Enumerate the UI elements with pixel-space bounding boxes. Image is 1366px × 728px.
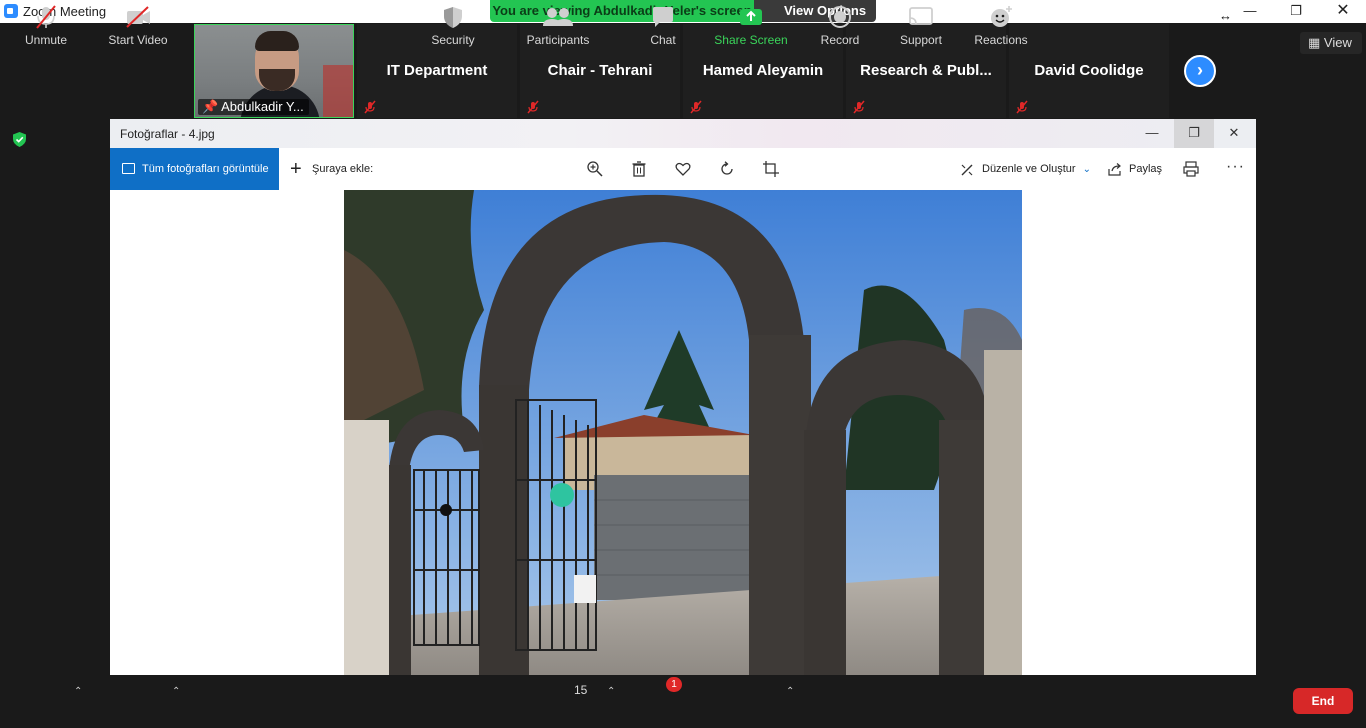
image-icon: [122, 163, 135, 174]
unmute-label: Unmute: [24, 33, 68, 47]
share-label: Paylaş: [1129, 163, 1163, 175]
chat-button[interactable]: Chat: [642, 4, 684, 47]
delete-icon[interactable]: [630, 160, 648, 178]
chevron-down-icon: ⌄: [1082, 164, 1091, 175]
participants-count: 15: [574, 683, 588, 697]
rotate-icon[interactable]: [718, 160, 736, 178]
zoom-app-icon: [4, 4, 18, 18]
video-person-hair: [255, 31, 299, 51]
reactions-emoji-icon: [991, 6, 1012, 27]
end-meeting-button[interactable]: End: [1293, 688, 1353, 714]
video-background-chair: [323, 65, 353, 117]
share-options-caret-icon[interactable]: ⌃: [786, 686, 794, 697]
view-all-photos-label: Tüm fotoğrafları görüntüle: [142, 163, 269, 175]
chat-bubble-icon: [653, 7, 673, 27]
start-video-label: Start Video: [108, 33, 168, 47]
pin-icon: 📌: [202, 99, 219, 114]
start-video-button[interactable]: Start Video: [104, 4, 172, 47]
participant-tile-self[interactable]: 📌 Abdulkadir Y...: [194, 24, 354, 118]
participant-name: Chair - Tehrani: [547, 62, 653, 79]
participant-name: IT Department: [386, 62, 488, 79]
participant-name: Research & Publ...: [860, 62, 992, 79]
next-page-arrow-icon[interactable]: ›: [1184, 55, 1216, 87]
reactions-label: Reactions: [974, 33, 1028, 47]
security-label: Security: [431, 33, 475, 47]
grid-icon: ▦: [1308, 35, 1321, 50]
restore-button[interactable]: ❐: [1273, 0, 1319, 23]
zoom-meeting-window: Zoom Meeting ↔ — ❐ ✕ You are viewing Abd…: [0, 0, 1366, 728]
participants-label: Participants: [526, 33, 590, 47]
photos-toolbar: Tüm fotoğrafları görüntüle + Şuraya ekle…: [110, 148, 1256, 190]
unmute-button[interactable]: Unmute: [18, 4, 74, 47]
zoom-in-icon[interactable]: [586, 160, 604, 178]
view-button[interactable]: ▦ View: [1300, 32, 1362, 54]
video-options-caret-icon[interactable]: ⌃: [172, 686, 180, 697]
share-screen-icon: [740, 9, 762, 25]
gate-photo-image: [344, 190, 1022, 675]
favorite-heart-icon[interactable]: [674, 160, 692, 178]
participants-button[interactable]: Participants: [525, 4, 591, 47]
plus-icon: +: [290, 158, 302, 180]
add-to-button[interactable]: + Şuraya ekle:: [290, 148, 373, 190]
participant-name-label: 📌 Abdulkadir Y...: [198, 99, 309, 115]
support-label: Support: [899, 33, 943, 47]
participant-name: David Coolidge: [1034, 62, 1144, 79]
view-all-photos-button[interactable]: Tüm fotoğrafları görüntüle: [110, 148, 279, 190]
photos-minimize-button[interactable]: —: [1132, 119, 1172, 148]
meeting-controls-bar: [0, 675, 1366, 728]
chat-unread-badge: 1: [666, 677, 682, 692]
mic-muted-icon: [364, 100, 376, 114]
share-screen-button[interactable]: Share Screen: [714, 4, 788, 47]
share-screen-label: Share Screen: [714, 33, 788, 47]
photos-close-button[interactable]: ✕: [1214, 119, 1254, 148]
reactions-button[interactable]: Reactions: [972, 4, 1030, 47]
record-label: Record: [820, 33, 860, 47]
mic-muted-icon: [690, 100, 702, 114]
mic-muted-icon: [527, 100, 539, 114]
shared-photos-window: Fotoğraflar - 4.jpg — ❐ ✕ Tüm fotoğrafla…: [110, 119, 1256, 675]
participant-name: Abdulkadir Y...: [221, 99, 304, 114]
record-icon: [829, 6, 851, 28]
edit-and-create-button[interactable]: Düzenle ve Oluştur ⌄: [960, 148, 1091, 190]
edit-wand-icon: [961, 164, 973, 176]
participant-strip: 📌 Abdulkadir Y... IT Department Chair - …: [194, 24, 1224, 118]
mic-muted-icon: [853, 100, 865, 114]
photos-restore-button[interactable]: ❐: [1174, 119, 1214, 148]
encryption-shield-icon[interactable]: [11, 131, 28, 148]
edit-and-create-label: Düzenle ve Oluştur: [982, 163, 1076, 175]
close-button[interactable]: ✕: [1320, 0, 1366, 23]
view-label: View: [1323, 35, 1352, 50]
print-icon[interactable]: [1182, 160, 1200, 178]
security-button[interactable]: Security: [426, 4, 480, 47]
more-options-button[interactable]: ···: [1226, 158, 1245, 176]
crop-icon[interactable]: [762, 160, 780, 178]
audio-options-caret-icon[interactable]: ⌃: [74, 686, 82, 697]
photos-titlebar: Fotoğraflar - 4.jpg — ❐ ✕: [110, 119, 1256, 148]
mic-muted-icon: [36, 5, 56, 29]
participant-name: Hamed Aleyamin: [702, 62, 824, 79]
minimize-button[interactable]: —: [1227, 0, 1273, 23]
participant-tile[interactable]: David Coolidge: [1009, 24, 1169, 118]
participants-icon: [543, 8, 573, 26]
video-off-icon: [126, 6, 150, 28]
support-button[interactable]: Support: [894, 4, 948, 47]
support-cast-icon: [909, 7, 933, 25]
share-button[interactable]: Paylaş: [1107, 148, 1162, 190]
participants-options-caret-icon[interactable]: ⌃: [607, 686, 615, 697]
photos-title: Fotoğraflar - 4.jpg: [120, 127, 215, 141]
chat-label: Chat: [650, 33, 676, 47]
share-icon: [1108, 163, 1121, 176]
record-button[interactable]: Record: [816, 4, 864, 47]
shield-icon: [444, 7, 462, 28]
add-to-label: Şuraya ekle:: [312, 163, 374, 175]
mic-muted-icon: [1016, 100, 1028, 114]
